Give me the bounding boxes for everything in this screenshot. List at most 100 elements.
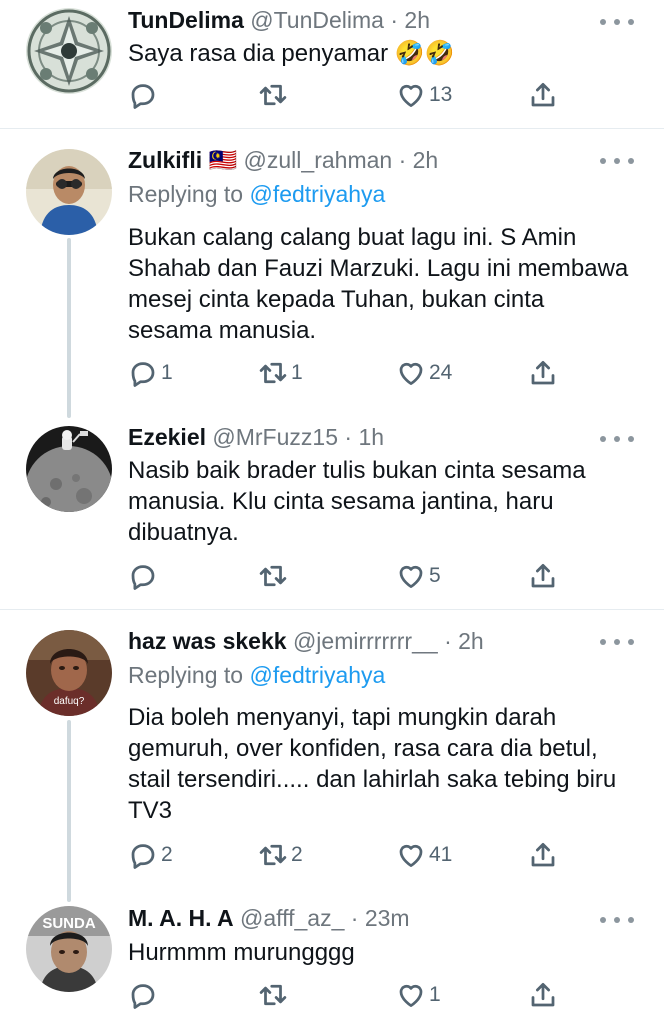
retweet-count: 2 [291,843,303,866]
display-name[interactable]: M. A. H. A [128,905,234,931]
reply-count: 2 [161,843,173,866]
replying-to-handle[interactable]: @fedtriyahya [249,662,385,688]
reply-icon [131,362,155,387]
retweet-icon [259,84,287,106]
like-count: 1 [429,983,441,1006]
share-button[interactable] [528,838,558,872]
share-button[interactable] [528,559,558,593]
tweet-zulkifli[interactable]: Zulkifli 🇲🇾 @zull_rahman · 2h Replying t… [0,129,664,409]
avatar[interactable] [26,426,112,512]
avatar[interactable] [26,8,112,94]
reply-icon [131,565,155,590]
more-icon[interactable] [600,915,634,925]
handle[interactable]: @MrFuzz15 [212,424,338,450]
like-button[interactable]: 41 [396,838,452,872]
more-icon[interactable] [600,434,634,444]
display-name[interactable]: Zulkifli [128,147,202,173]
timestamp[interactable]: 2h [458,628,484,654]
share-button[interactable] [528,356,558,390]
reply-icon [131,844,155,869]
share-icon [531,564,555,588]
heart-icon [399,84,423,107]
retweet-icon [259,984,287,1006]
timestamp[interactable]: 1h [358,424,384,450]
like-button[interactable]: 5 [396,559,441,593]
handle[interactable]: @TunDelima [250,7,384,33]
reply-button[interactable] [128,559,161,593]
retweet-button[interactable] [258,78,291,112]
display-name[interactable]: Ezekiel [128,424,206,450]
timestamp[interactable]: 2h [404,7,430,33]
share-button[interactable] [528,978,558,1012]
separator: · [390,7,399,33]
tweet-actions: 5 [128,559,568,593]
more-icon[interactable] [600,156,634,166]
retweet-icon [259,844,287,866]
share-icon [531,83,555,107]
retweet-button[interactable] [258,978,291,1012]
reply-button[interactable] [128,78,161,112]
tweet-text: Dia boleh menyanyi, tapi mungkin darah g… [128,704,617,824]
separator: · [444,628,452,654]
replying-to-handle[interactable]: @fedtriyahya [249,181,385,207]
tweet-maha[interactable]: SUNDA M. A. H. A @afff_az_ · 23m Hurmmm … [0,890,664,1024]
share-icon [531,983,555,1007]
avatar[interactable]: dafuq? [26,630,112,716]
heart-icon [399,984,423,1007]
tweet-text: Saya rasa dia penyamar 🤣🤣 [128,40,455,67]
tweet-ezekiel[interactable]: Ezekiel @MrFuzz15 · 1h Nasib baik brader… [0,409,664,609]
timestamp[interactable]: 23m [365,905,410,931]
more-icon[interactable] [600,637,634,647]
tweet-actions: 1 1 24 [128,356,568,390]
reply-count: 1 [161,361,173,384]
reply-button[interactable]: 2 [128,838,173,872]
like-button[interactable]: 1 [396,978,441,1012]
tweet-actions: 2 2 41 [128,838,568,872]
share-icon [531,843,555,867]
share-icon [531,361,555,385]
separator: · [398,147,407,173]
avatar[interactable] [26,149,112,235]
like-count: 41 [429,843,453,866]
tweet-actions: 13 [128,78,568,112]
heart-icon [399,362,423,385]
tweet-header: Zulkifli 🇲🇾 @zull_rahman · 2h [128,146,594,174]
replying-label: Replying to [128,181,244,207]
replying-label: Replying to [128,662,244,688]
display-name[interactable]: TunDelima [128,7,244,33]
replying-to: Replying to @fedtriyahya [128,661,385,689]
tweet-text: Nasib baik brader tulis bukan cinta sesa… [128,457,586,546]
reply-icon [131,984,155,1009]
timestamp[interactable]: 2h [413,147,439,173]
like-count: 5 [429,564,441,587]
avatar-logo-text: SUNDA [42,915,96,932]
retweet-button[interactable]: 1 [258,356,303,390]
retweet-count: 1 [291,361,303,384]
avatar[interactable]: SUNDA [26,906,112,992]
tweet-header: TunDelima @TunDelima · 2h [128,6,594,34]
like-count: 24 [429,361,453,384]
tweet-text: Hurmmm murungggg [128,939,355,966]
replying-to: Replying to @fedtriyahya [128,180,385,208]
handle[interactable]: @jemirrrrrrr__ [293,628,438,654]
heart-icon [399,565,423,588]
share-button[interactable] [528,78,558,112]
separator: · [344,424,353,450]
reply-icon [131,84,155,109]
reply-button[interactable]: 1 [128,356,173,390]
reply-button[interactable] [128,978,161,1012]
like-button[interactable]: 24 [396,356,452,390]
avatar-caption: dafuq? [54,696,85,707]
tweet-tundelima[interactable]: TunDelima @TunDelima · 2h Saya rasa dia … [0,0,664,128]
tweet-haz[interactable]: dafuq? haz was skekk @jemirrrrrrr__ · 2h… [0,610,664,890]
tweet-text: Bukan calang calang buat lagu ini. S Ami… [128,224,629,344]
like-count: 13 [429,83,453,106]
handle[interactable]: @afff_az_ [240,905,344,931]
retweet-button[interactable] [258,559,291,593]
more-icon[interactable] [600,17,634,27]
retweet-button[interactable]: 2 [258,838,303,872]
tweet-header: haz was skekk @jemirrrrrrr__ · 2h [128,627,594,655]
like-button[interactable]: 13 [396,78,452,112]
display-name[interactable]: haz was skekk [128,628,287,654]
handle[interactable]: @zull_rahman [244,147,393,173]
